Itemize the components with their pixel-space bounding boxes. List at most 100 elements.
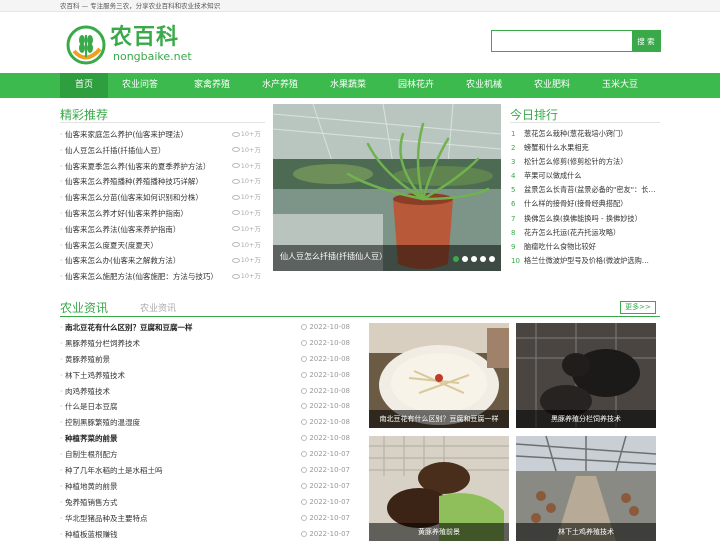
news-item[interactable]: · 黄豚养殖前景 2022-10-08 (60, 352, 358, 368)
list-item[interactable]: · 仙客来怎么办(仙客来之解救方法） 10+万 (60, 253, 265, 269)
list-item[interactable]: · 仙人豆怎么扦插(扦插仙人豆） 10+万 (60, 143, 265, 159)
clock-icon (301, 355, 308, 362)
ranking-item[interactable]: 8 花卉怎么托运(花卉托运攻略） (510, 226, 660, 240)
news-item[interactable]: · 控制黑豚繁殖的温湿度 2022-10-08 (60, 415, 358, 431)
photo-card[interactable]: 南北豆花有什么区别？豆腐和豆腐一样 (369, 323, 509, 428)
clock-icon (301, 467, 308, 474)
ranking-item[interactable]: 2 螃蟹和什么水果相克 (510, 141, 660, 155)
clock-icon (301, 530, 308, 537)
recommend-divider (60, 122, 265, 123)
news-item[interactable]: · 种植荠菜的前景 2022-10-08 (60, 431, 358, 447)
photo-card[interactable]: 林下土鸡养殖技术 (516, 436, 656, 541)
clock-icon (301, 482, 308, 489)
ranking-list: 1 葱花怎么栽种(葱花栽培小窍门） 2 螃蟹和什么水果相克 3 松针怎么修剪(修剪松针… (510, 127, 660, 268)
ranking-item[interactable]: 5 盆景怎么长青苔(盆景必备的"密友"：长… (510, 183, 660, 197)
eye-icon (231, 242, 240, 248)
news-item[interactable]: · 黑豚养殖分栏饲养技术 2022-10-08 (60, 336, 358, 352)
photo-caption: 南北豆花有什么区别？豆腐和豆腐一样 (369, 410, 509, 428)
clock-icon (301, 419, 308, 426)
eye-icon (231, 273, 240, 279)
clock-icon (301, 498, 308, 505)
ranking-item[interactable]: 6 什么样的接骨好(接骨经典搭配） (510, 197, 660, 211)
clock-icon (301, 371, 308, 378)
slider-dots (453, 256, 495, 262)
slider-dot[interactable] (453, 256, 459, 262)
news-item[interactable]: · 华北型猪品种及主要特点 2022-10-07 (60, 511, 358, 527)
nav-item-fertilizer[interactable]: 农业肥料 (524, 73, 580, 98)
ranking-item[interactable]: 9 脑瘤吃什么食物比较好 (510, 240, 660, 254)
clock-icon (301, 451, 308, 458)
eye-icon (231, 131, 240, 137)
logo-domain: nongbaike.net (113, 50, 192, 63)
news-item[interactable]: · 种了几年水稻的土是水稻土吗 2022-10-07 (60, 463, 358, 479)
clock-icon (301, 435, 308, 442)
eye-icon (231, 210, 240, 216)
news-list: · 南北豆花有什么区别？豆腐和豆腐一样 2022-10-08 · 黑豚养殖分栏饲养技术… (60, 320, 358, 542)
news-item[interactable]: · 南北豆花有什么区别？豆腐和豆腐一样 2022-10-08 (60, 320, 358, 336)
slider-dot[interactable] (471, 256, 477, 262)
more-button[interactable]: 更多>> (620, 301, 656, 314)
eye-icon (231, 147, 240, 153)
recommend-list: · 仙客来家庭怎么养护(仙客来护理法） 10+万 · 仙人豆怎么扦插(扦插仙人豆） 10… (60, 127, 265, 285)
main-nav: 首页 农业问答 家禽养殖 水产养殖 水果蔬菜 园林花卉 农业机械 农业肥料 玉米… (0, 73, 720, 98)
featured-slider[interactable]: 仙人豆怎么扦插(扦插仙人豆） (273, 104, 501, 271)
list-item[interactable]: · 仙客来怎么养法(仙客来养护指南） 10+万 (60, 222, 265, 238)
ranking-item[interactable]: 3 松针怎么修剪(修剪松针的方法） (510, 155, 660, 169)
top-bar-text: 农百科 — 专注服务三农，分享农业百科和农业技术知识 (60, 2, 221, 10)
nav-item-qa[interactable]: 农业问答 (112, 73, 168, 98)
clock-icon (301, 403, 308, 410)
search-button[interactable]: 搜 索 (632, 31, 660, 51)
tab-news-secondary[interactable]: 农业资讯 (140, 301, 176, 314)
eye-icon (231, 257, 240, 263)
clock-icon (301, 324, 308, 330)
list-item[interactable]: · 仙客来怎么度夏天(度夏天） 10+万 (60, 238, 265, 254)
nav-item-aquaculture[interactable]: 水产养殖 (252, 73, 308, 98)
list-item[interactable]: · 仙客来怎么分苗(仙客来如何识别和分株） 10+万 (60, 190, 265, 206)
photo-caption: 黑豚养殖分栏饲养技术 (516, 410, 656, 428)
recommend-title: 精彩推荐 (60, 108, 109, 122)
nav-item-garden[interactable]: 园林花卉 (388, 73, 444, 98)
news-item[interactable]: · 林下土鸡养殖技术 2022-10-08 (60, 368, 358, 384)
search-box: 搜 索 (491, 30, 661, 52)
list-item[interactable]: · 仙客来怎么施肥方法(仙客施肥：方法与技巧） 10+万 (60, 269, 265, 285)
slider-dot[interactable] (462, 256, 468, 262)
list-item[interactable]: · 仙客来怎么养才好(仙客来养护指南） 10+万 (60, 206, 265, 222)
ranking-item[interactable]: 4 苹果可以做成什么 (510, 169, 660, 183)
nav-item-poultry[interactable]: 家禽养殖 (184, 73, 240, 98)
news-item[interactable]: · 种植地黄的前景 2022-10-07 (60, 479, 358, 495)
news-item[interactable]: · 什么是日本豆腐 2022-10-08 (60, 399, 358, 415)
eye-icon (231, 178, 240, 184)
nav-item-home[interactable]: 首页 (60, 73, 108, 98)
wheat-logo-icon (66, 25, 106, 65)
clock-icon (301, 339, 308, 346)
nav-item-corn-soy[interactable]: 玉米大豆 (592, 73, 648, 98)
ranking-divider (510, 122, 660, 123)
list-item[interactable]: · 仙客来怎么养殖播种(养殖播种技巧详解） 10+万 (60, 174, 265, 190)
news-tab-underline (60, 316, 660, 317)
news-item[interactable]: · 自制生根剂配方 2022-10-07 (60, 447, 358, 463)
nav-item-machinery[interactable]: 农业机械 (456, 73, 512, 98)
ranking-item[interactable]: 10 格兰仕微波炉型号及价格(微波炉选购… (510, 254, 660, 268)
clock-icon (301, 514, 308, 521)
tab-news[interactable]: 农业资讯 (60, 299, 108, 316)
photo-card[interactable]: 黄豚养殖前景 (369, 436, 509, 541)
ranking-item[interactable]: 1 葱花怎么栽种(葱花栽培小窍门） (510, 127, 660, 141)
photo-card[interactable]: 黑豚养殖分栏饲养技术 (516, 323, 656, 428)
clock-icon (301, 387, 308, 394)
news-item[interactable]: · 肉鸡养殖技术 2022-10-08 (60, 384, 358, 400)
photo-caption: 黄豚养殖前景 (369, 523, 509, 541)
eye-icon (231, 194, 240, 200)
ranking-item[interactable]: 7 换佛怎么换(换佛能换吗 - 换佛妙技） (510, 212, 660, 226)
slider-dot[interactable] (489, 256, 495, 262)
nav-item-fruit-veg[interactable]: 水果蔬菜 (320, 73, 376, 98)
news-item[interactable]: · 兔养殖销售方式 2022-10-07 (60, 495, 358, 511)
eye-icon (231, 163, 240, 169)
search-input[interactable] (492, 31, 632, 51)
list-item[interactable]: · 仙客来夏季怎么养(仙客来的夏季养护方法） 10+万 (60, 159, 265, 175)
ranking-title: 今日排行 (510, 108, 559, 122)
logo-text: 农百科 (110, 25, 180, 50)
eye-icon (231, 226, 240, 232)
slider-dot[interactable] (480, 256, 486, 262)
photo-caption: 林下土鸡养殖技术 (516, 523, 656, 541)
list-item[interactable]: · 仙客来家庭怎么养护(仙客来护理法） 10+万 (60, 127, 265, 143)
